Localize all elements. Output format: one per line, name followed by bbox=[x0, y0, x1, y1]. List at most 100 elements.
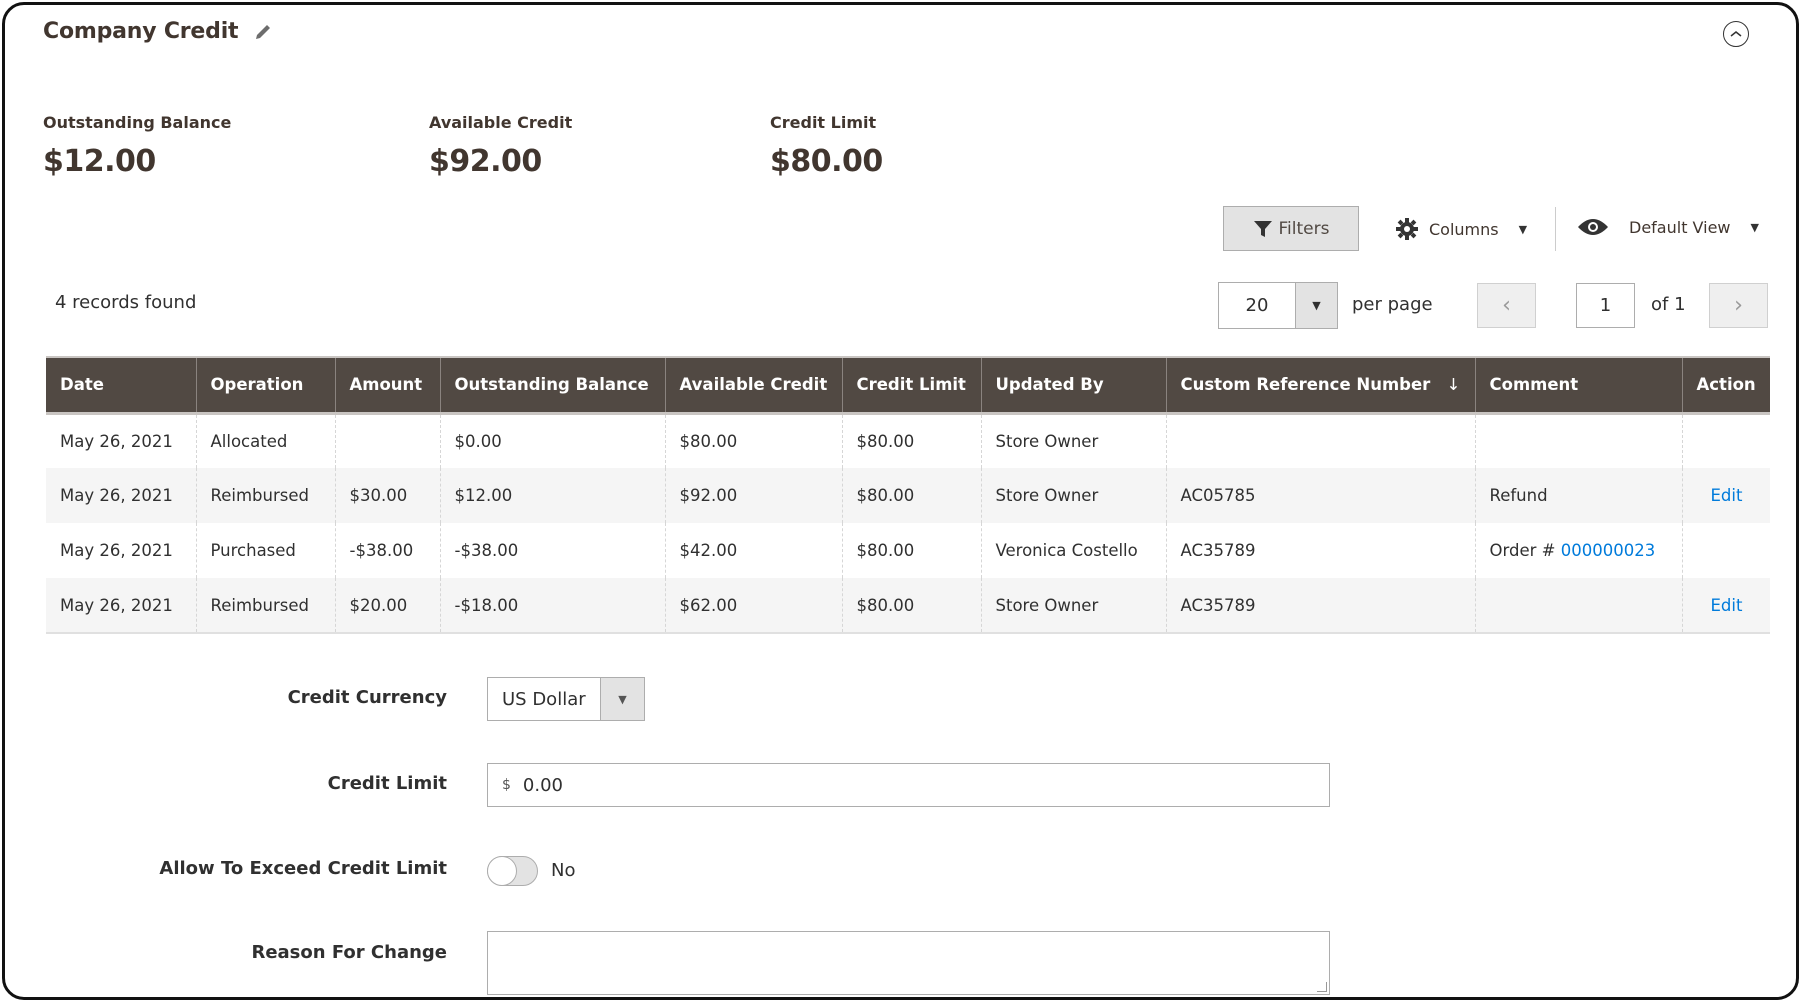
caret-down-icon[interactable]: ▼ bbox=[600, 678, 644, 720]
edit-link[interactable]: Edit bbox=[1711, 486, 1743, 505]
column-header-comment[interactable]: Comment bbox=[1474, 356, 1682, 415]
gear-icon bbox=[1396, 218, 1418, 240]
caret-down-icon[interactable]: ▼ bbox=[1295, 283, 1337, 328]
column-header-amount[interactable]: Amount bbox=[334, 356, 440, 415]
per-page-value: 20 bbox=[1245, 295, 1269, 316]
cell-amount: $20.00 bbox=[334, 578, 440, 634]
pencil-icon[interactable] bbox=[252, 21, 274, 43]
toggle-knob bbox=[487, 856, 517, 886]
cell-outstanding: $12.00 bbox=[439, 468, 665, 523]
cell-outstanding: $0.00 bbox=[439, 413, 665, 468]
cell-action bbox=[1681, 523, 1770, 578]
cell-outstanding: -$38.00 bbox=[439, 523, 665, 578]
column-header-action: Action bbox=[1681, 356, 1770, 415]
per-page-label: per page bbox=[1352, 294, 1433, 315]
filters-button[interactable]: Filters bbox=[1223, 206, 1359, 251]
page-number-input[interactable]: 1 bbox=[1576, 283, 1635, 328]
cell-date: May 26, 2021 bbox=[46, 468, 196, 523]
credit-limit-label: Credit Limit bbox=[327, 773, 447, 794]
cell-amount: -$38.00 bbox=[334, 523, 440, 578]
sort-arrow-icon: ↓ bbox=[1446, 375, 1461, 395]
cell-action: Edit bbox=[1681, 468, 1770, 523]
credit-currency-select[interactable]: US Dollar ▼ bbox=[487, 677, 645, 721]
reason-label: Reason For Change bbox=[251, 942, 447, 963]
cell-ref bbox=[1165, 413, 1475, 468]
credit-limit-value: 0.00 bbox=[522, 774, 563, 796]
column-header-outstanding-balance[interactable]: Outstanding Balance bbox=[439, 356, 665, 415]
stat-value: $92.00 bbox=[429, 144, 542, 179]
cell-operation: Purchased bbox=[195, 523, 335, 578]
cell-outstanding: -$18.00 bbox=[439, 578, 665, 634]
cell-available: $62.00 bbox=[664, 578, 842, 634]
column-header-credit-limit[interactable]: Credit Limit bbox=[841, 356, 981, 415]
stat-label: Available Credit bbox=[429, 113, 573, 132]
column-header-date[interactable]: Date bbox=[46, 356, 196, 415]
chevron-left-icon: ‹ bbox=[1502, 293, 1511, 318]
cell-comment bbox=[1474, 578, 1682, 634]
caret-down-icon: ▼ bbox=[1750, 220, 1759, 234]
previous-page-button[interactable]: ‹ bbox=[1477, 283, 1536, 328]
table-row: May 26, 2021 Purchased -$38.00 -$38.00 $… bbox=[46, 523, 1770, 578]
column-header-available-credit[interactable]: Available Credit bbox=[664, 356, 842, 415]
chevron-right-icon: › bbox=[1734, 293, 1743, 318]
next-page-button[interactable]: › bbox=[1709, 283, 1768, 328]
eye-icon bbox=[1578, 219, 1608, 235]
cell-available: $42.00 bbox=[664, 523, 842, 578]
per-page-select[interactable]: 20 ▼ bbox=[1218, 282, 1338, 329]
cell-limit: $80.00 bbox=[841, 413, 981, 468]
cell-operation: Allocated bbox=[195, 413, 335, 468]
resize-handle-icon[interactable] bbox=[1317, 982, 1327, 992]
cell-available: $80.00 bbox=[664, 413, 842, 468]
cell-date: May 26, 2021 bbox=[46, 578, 196, 634]
cell-ref: AC35789 bbox=[1165, 523, 1475, 578]
caret-down-icon: ▼ bbox=[1518, 222, 1528, 236]
cell-amount bbox=[334, 413, 440, 468]
filters-label: Filters bbox=[1278, 218, 1330, 239]
toolbar-divider bbox=[1555, 207, 1556, 251]
allow-exceed-label: Allow To Exceed Credit Limit bbox=[159, 858, 447, 879]
cell-limit: $80.00 bbox=[841, 468, 981, 523]
cell-date: May 26, 2021 bbox=[60, 431, 173, 451]
cell-ref: AC35789 bbox=[1165, 578, 1475, 634]
cell-comment: Order # 000000023 bbox=[1474, 523, 1682, 578]
stat-outstanding-balance: Outstanding Balance $12.00 bbox=[43, 113, 231, 179]
allow-exceed-toggle[interactable] bbox=[487, 856, 538, 886]
records-found: 4 records found bbox=[55, 292, 197, 313]
table-row: May 26, 2021 Allocated $0.00 $80.00 $80.… bbox=[46, 413, 1770, 468]
credit-history-table: Date Operation Amount Outstanding Balanc… bbox=[46, 356, 1770, 634]
cell-date: May 26, 2021 bbox=[60, 541, 173, 560]
stat-value: $80.00 bbox=[770, 144, 883, 179]
stat-credit-limit: Credit Limit $80.00 bbox=[770, 113, 883, 179]
table-row: May 26, 2021 Reimbursed $30.00 $12.00 $9… bbox=[46, 468, 1770, 523]
cell-limit: $80.00 bbox=[841, 578, 981, 634]
credit-currency-label: Credit Currency bbox=[287, 687, 447, 708]
stat-label: Outstanding Balance bbox=[43, 113, 232, 132]
column-label: Custom Reference Number bbox=[1180, 375, 1431, 395]
credit-currency-value: US Dollar bbox=[502, 688, 586, 710]
reason-textarea[interactable] bbox=[487, 931, 1330, 995]
comment-text: Order # bbox=[1489, 541, 1561, 560]
cell-updated-by: Veronica Costello bbox=[980, 523, 1166, 578]
columns-dropdown[interactable]: Columns ▼ bbox=[1395, 217, 1527, 241]
cell-comment bbox=[1474, 413, 1682, 468]
cell-amount: $30.00 bbox=[334, 468, 440, 523]
cell-ref: AC05785 bbox=[1165, 468, 1475, 523]
collapse-button[interactable] bbox=[1723, 21, 1749, 47]
cell-action: Edit bbox=[1681, 578, 1770, 634]
allow-exceed-value: No bbox=[551, 860, 576, 881]
filter-icon bbox=[1253, 220, 1272, 237]
table-header-row: Date Operation Amount Outstanding Balanc… bbox=[46, 356, 1770, 415]
cell-updated-by: Store Owner bbox=[980, 468, 1166, 523]
column-header-operation[interactable]: Operation bbox=[195, 356, 335, 415]
column-header-custom-reference-number[interactable]: Custom Reference Number ↓ bbox=[1165, 356, 1475, 415]
stat-value: $12.00 bbox=[43, 144, 156, 179]
credit-limit-input[interactable]: $ 0.00 bbox=[487, 763, 1330, 807]
edit-link[interactable]: Edit bbox=[1711, 596, 1743, 615]
chevron-up-icon bbox=[1730, 31, 1742, 37]
column-header-updated-by[interactable]: Updated By bbox=[980, 356, 1166, 415]
view-dropdown[interactable]: Default View ▼ bbox=[1577, 217, 1759, 237]
company-credit-panel: Company Credit Outstanding Balance $12.0… bbox=[2, 2, 1799, 1000]
order-link[interactable]: 000000023 bbox=[1561, 541, 1655, 560]
cell-operation: Reimbursed bbox=[195, 578, 335, 634]
view-label: Default View bbox=[1629, 217, 1731, 237]
